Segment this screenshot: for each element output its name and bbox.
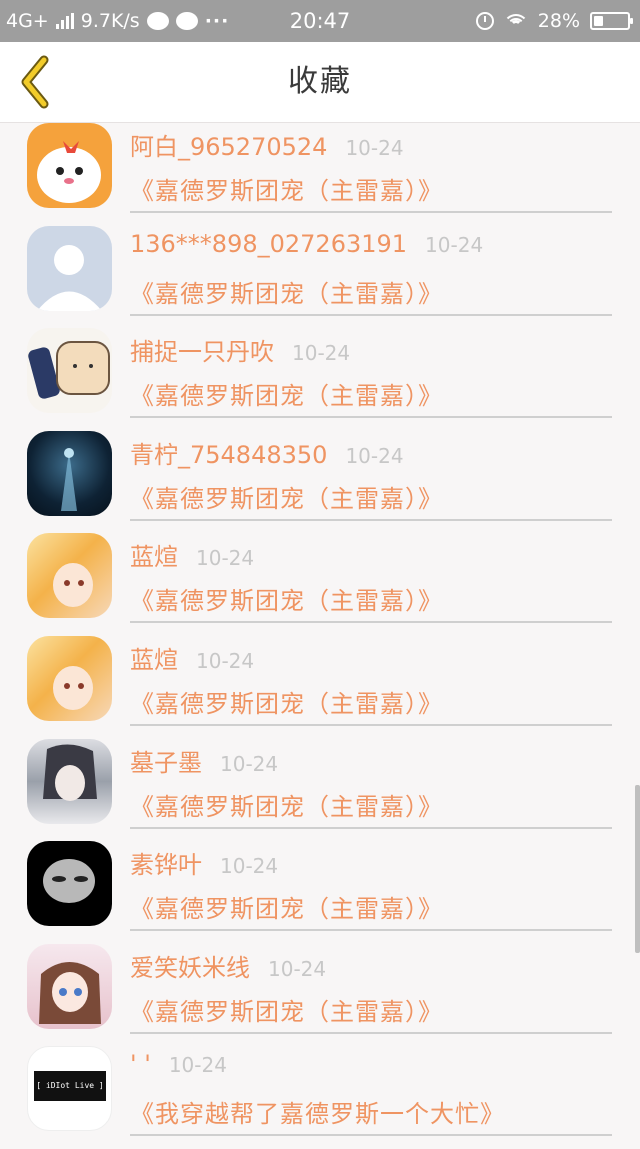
avatar bbox=[27, 123, 112, 208]
user-name[interactable]: 素铧叶 bbox=[130, 845, 202, 880]
user-name[interactable]: 阿白_965270524 bbox=[130, 127, 327, 162]
book-title-link[interactable]: 《嘉德罗斯团宠（主雷嘉）》 bbox=[130, 479, 612, 514]
user-name[interactable]: 蓝煊 bbox=[130, 537, 178, 572]
list-item[interactable]: 青柠_754848350 10-24 《嘉德罗斯团宠（主雷嘉）》 bbox=[0, 430, 640, 534]
user-name[interactable]: ' ' bbox=[130, 1050, 151, 1078]
scrollbar[interactable] bbox=[635, 785, 640, 953]
battery-icon bbox=[590, 12, 633, 30]
user-name[interactable]: 墓子墨 bbox=[130, 743, 202, 778]
book-title-link[interactable]: 《嘉德罗斯团宠（主雷嘉）》 bbox=[130, 376, 612, 411]
item-date: 10-24 bbox=[345, 443, 404, 468]
avatar bbox=[27, 635, 112, 721]
book-title-link[interactable]: 《嘉德罗斯团宠（主雷嘉）》 bbox=[130, 889, 612, 924]
battery-percent: 28% bbox=[537, 10, 580, 32]
chevron-left-icon bbox=[21, 55, 49, 109]
list-item[interactable]: 蓝煊 10-24 《嘉德罗斯团宠（主雷嘉）》 bbox=[0, 635, 640, 739]
status-bar: 4G+ 9.7K/s ··· 20:47 28% bbox=[0, 0, 640, 42]
avatar bbox=[27, 533, 112, 619]
status-right: 28% bbox=[475, 0, 633, 42]
item-date: 10-24 bbox=[220, 854, 279, 879]
alarm-icon bbox=[475, 12, 494, 30]
list-item[interactable]: 蓝煊 10-24 《嘉德罗斯团宠（主雷嘉）》 bbox=[0, 533, 640, 636]
avatar bbox=[27, 738, 112, 824]
avatar bbox=[27, 841, 112, 927]
user-name[interactable]: 蓝煊 bbox=[130, 640, 178, 675]
wifi-icon bbox=[503, 12, 528, 30]
page-title: 收藏 bbox=[288, 64, 352, 99]
list-item[interactable]: 素铧叶 10-24 《嘉德罗斯团宠（主雷嘉）》 bbox=[0, 841, 640, 944]
item-date: 10-24 bbox=[268, 956, 327, 981]
list-item[interactable]: 爱笑妖米线 10-24 《嘉德罗斯团宠（主雷嘉）》 bbox=[0, 943, 640, 1047]
book-title-link[interactable]: 《嘉德罗斯团宠（主雷嘉）》 bbox=[130, 684, 612, 719]
item-content: 素铧叶 10-24 《嘉德罗斯团宠（主雷嘉）》 bbox=[130, 845, 612, 932]
item-content: 捕捉一只丹吹 10-24 《嘉德罗斯团宠（主雷嘉）》 bbox=[130, 332, 612, 419]
item-content: 蓝煊 10-24 《嘉德罗斯团宠（主雷嘉）》 bbox=[130, 537, 612, 624]
user-name[interactable]: 爱笑妖米线 bbox=[130, 948, 250, 983]
user-name[interactable]: 青柠_754848350 bbox=[130, 435, 327, 470]
item-date: 10-24 bbox=[196, 546, 255, 571]
book-title-link[interactable]: 《嘉德罗斯团宠（主雷嘉）》 bbox=[130, 581, 612, 616]
list-item[interactable]: 阿白_965270524 10-24 《嘉德罗斯团宠（主雷嘉）》 bbox=[0, 123, 640, 226]
item-date: 10-24 bbox=[292, 341, 351, 366]
back-button[interactable] bbox=[12, 54, 68, 110]
item-date: 10-24 bbox=[168, 1053, 227, 1078]
item-date: 10-24 bbox=[425, 232, 484, 257]
list-item[interactable]: 捕捉一只丹吹 10-24 《嘉德罗斯团宠（主雷嘉）》 bbox=[0, 328, 640, 431]
list-item[interactable]: 墓子墨 10-24 《嘉德罗斯团宠（主雷嘉）》 bbox=[0, 738, 640, 842]
avatar bbox=[27, 430, 112, 516]
book-title-link[interactable]: 《我穿越帮了嘉德罗斯一个大忙》 bbox=[130, 1094, 612, 1129]
item-content: ' ' 10-24 《我穿越帮了嘉德罗斯一个大忙》 bbox=[130, 1050, 612, 1137]
favorites-list: 阿白_965270524 10-24 《嘉德罗斯团宠（主雷嘉）》 136***8… bbox=[0, 123, 640, 1149]
item-content: 墓子墨 10-24 《嘉德罗斯团宠（主雷嘉）》 bbox=[130, 743, 612, 829]
book-title-link[interactable]: 《嘉德罗斯团宠（主雷嘉）》 bbox=[130, 787, 612, 822]
book-title-link[interactable]: 《嘉德罗斯团宠（主雷嘉）》 bbox=[130, 171, 612, 206]
item-date: 10-24 bbox=[345, 136, 404, 160]
item-date: 10-24 bbox=[196, 648, 255, 673]
user-name[interactable]: 136***898_027263191 bbox=[130, 230, 407, 258]
user-name[interactable]: 捕捉一只丹吹 bbox=[130, 332, 274, 367]
avatar bbox=[27, 225, 112, 311]
book-title-link[interactable]: 《嘉德罗斯团宠（主雷嘉）》 bbox=[130, 992, 612, 1027]
list-item[interactable]: [ iDIot Live ] ' ' 10-24 《我穿越帮了嘉德罗斯一个大忙》 bbox=[0, 1046, 640, 1149]
list-item[interactable]: 136***898_027263191 10-24 《嘉德罗斯团宠（主雷嘉）》 bbox=[0, 225, 640, 329]
book-title-link[interactable]: 《嘉德罗斯团宠（主雷嘉）》 bbox=[130, 274, 612, 309]
item-date: 10-24 bbox=[220, 751, 279, 776]
avatar: [ iDIot Live ] bbox=[27, 1046, 112, 1132]
item-content: 蓝煊 10-24 《嘉德罗斯团宠（主雷嘉）》 bbox=[130, 640, 612, 726]
nav-header: 收藏 bbox=[0, 42, 640, 123]
item-content: 136***898_027263191 10-24 《嘉德罗斯团宠（主雷嘉）》 bbox=[130, 230, 612, 316]
avatar bbox=[27, 328, 112, 414]
item-content: 爱笑妖米线 10-24 《嘉德罗斯团宠（主雷嘉）》 bbox=[130, 948, 612, 1034]
item-content: 阿白_965270524 10-24 《嘉德罗斯团宠（主雷嘉）》 bbox=[130, 127, 612, 213]
avatar-logo: [ iDIot Live ] bbox=[34, 1071, 106, 1102]
avatar bbox=[27, 943, 112, 1029]
item-content: 青柠_754848350 10-24 《嘉德罗斯团宠（主雷嘉）》 bbox=[130, 435, 612, 521]
